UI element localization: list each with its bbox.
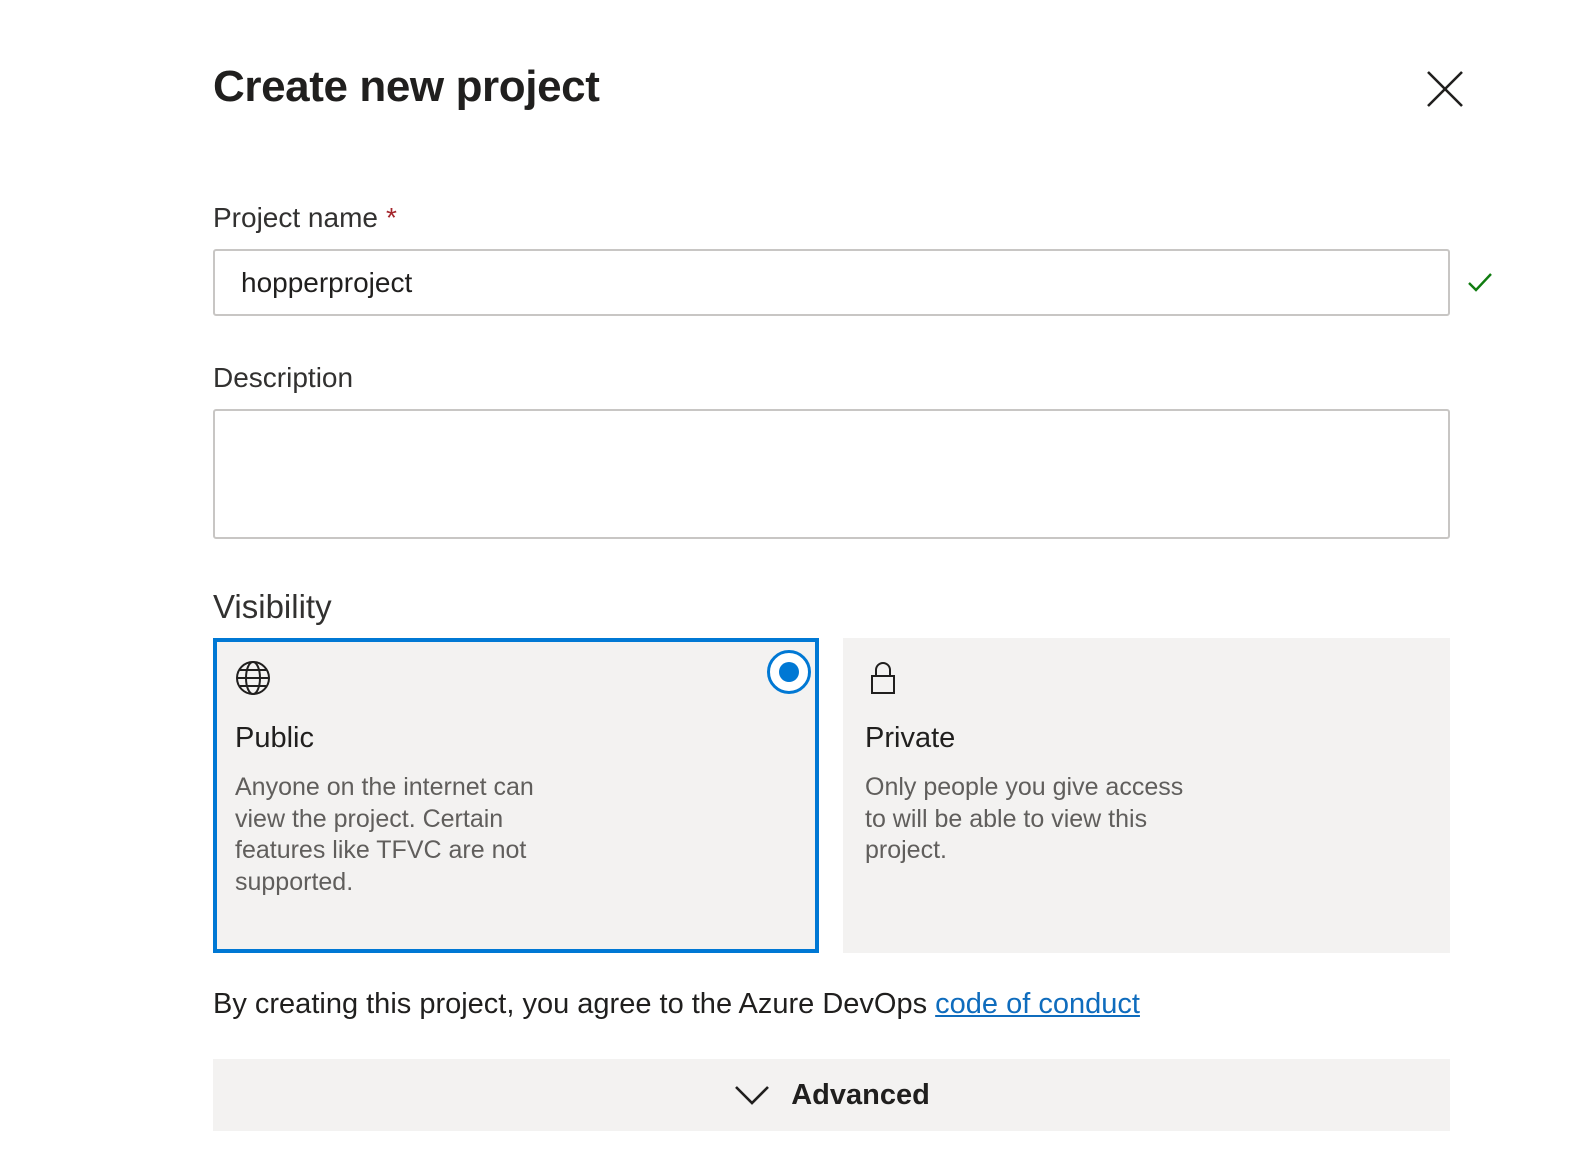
required-marker: * bbox=[385, 202, 397, 233]
agreement-text: By creating this project, you agree to t… bbox=[213, 988, 1140, 1021]
radio-dot bbox=[779, 662, 799, 682]
project-name-label-text: Project name bbox=[213, 202, 378, 233]
visibility-option-private[interactable]: Private Only people you give access to w… bbox=[843, 638, 1450, 953]
globe-icon bbox=[236, 661, 270, 695]
project-name-label: Project name * bbox=[213, 202, 397, 234]
lock-icon bbox=[871, 662, 895, 694]
public-option-name: Public bbox=[235, 722, 314, 754]
description-input[interactable] bbox=[213, 409, 1450, 539]
advanced-toggle-button[interactable]: Advanced bbox=[213, 1059, 1450, 1131]
dialog-title: Create new project bbox=[213, 62, 600, 111]
create-project-dialog: Create new project Project name* Descrip… bbox=[0, 0, 1579, 1156]
public-radio-selected[interactable] bbox=[767, 650, 811, 694]
chevron-down-icon bbox=[735, 1086, 770, 1105]
checkmark-icon bbox=[1468, 273, 1492, 292]
description-label: Description bbox=[213, 362, 354, 393]
private-option-description: Only people you give access to will be a… bbox=[865, 773, 1184, 864]
advanced-label: Advanced bbox=[791, 1078, 930, 1111]
code-of-conduct-link[interactable]: code of conduct bbox=[935, 988, 1140, 1020]
project-name-input[interactable] bbox=[213, 249, 1450, 316]
close-button[interactable] bbox=[1422, 66, 1468, 112]
agreement-prefix: By creating this project, you agree to t… bbox=[213, 988, 936, 1020]
visibility-option-public[interactable]: Public Anyone on the internet can view t… bbox=[213, 638, 819, 953]
visibility-title: Visibility bbox=[213, 588, 332, 625]
private-option-name: Private bbox=[865, 722, 956, 754]
close-icon bbox=[1427, 71, 1463, 107]
public-option-description: Anyone on the internet can view the proj… bbox=[235, 773, 534, 896]
